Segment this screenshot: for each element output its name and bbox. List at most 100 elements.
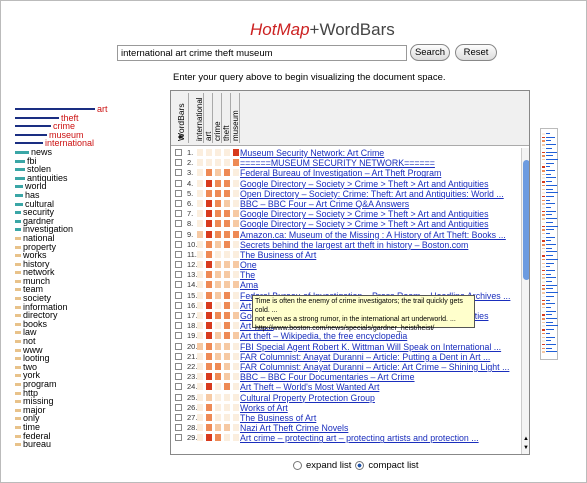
wordbar-bar[interactable] — [15, 211, 21, 215]
result-link[interactable]: One — [240, 260, 257, 270]
result-link[interactable]: Amazon.ca: Museum of the Missing : A His… — [240, 230, 506, 240]
result-link[interactable]: Museum Security Network: Art Crime — [240, 148, 384, 158]
wordbar-bar[interactable] — [15, 434, 21, 438]
result-row[interactable]: 27. The Business of Art — [171, 413, 529, 423]
wordbar-bar[interactable] — [15, 168, 25, 172]
results-scrollbar[interactable]: ▲ ▼ — [521, 148, 529, 454]
result-link[interactable]: The Business of Art — [240, 413, 316, 423]
scrollbar-thumb[interactable] — [523, 160, 529, 280]
result-row[interactable]: 3. Federal Bureau of Investigation – Art … — [171, 168, 529, 178]
scroll-down-icon[interactable]: ▼ — [523, 445, 529, 451]
result-checkbox[interactable] — [175, 179, 182, 187]
result-link[interactable]: Cultural Property Protection Group — [240, 393, 375, 403]
result-checkbox[interactable] — [175, 393, 182, 401]
result-link[interactable]: Google Directory – Society > Crime > The… — [240, 219, 488, 229]
result-link[interactable]: Google Directory – Society > Crime > The… — [240, 209, 488, 219]
result-checkbox[interactable] — [175, 434, 182, 442]
result-row[interactable]: 9. Amazon.ca: Museum of the Missing : A H… — [171, 230, 529, 240]
result-checkbox[interactable] — [175, 332, 182, 340]
expand-list-radio[interactable] — [293, 461, 302, 470]
result-link[interactable]: Art crime – protecting art – protecting … — [240, 433, 479, 443]
result-row[interactable]: 10. Secrets behind the largest art theft … — [171, 240, 529, 250]
wordbar-bar[interactable] — [15, 425, 21, 429]
term-column-theft[interactable]: theft — [222, 93, 231, 143]
scroll-up-icon[interactable]: ▲ — [523, 436, 529, 442]
wordbar-bar[interactable] — [15, 176, 25, 180]
result-link[interactable]: Open Directory – Society: Crime: Theft: … — [240, 189, 504, 199]
wordbar-bar[interactable] — [15, 443, 21, 447]
result-link[interactable]: Google Directory – Society > Crime > The… — [240, 179, 488, 189]
result-row[interactable]: 21. FAR Columnist: Anayat Duranni – Artic… — [171, 352, 529, 362]
wordbar-bar[interactable] — [15, 322, 21, 326]
result-link[interactable]: ======MUSEUM SECURITY NETWORK====== — [240, 158, 435, 168]
wordbar-bar[interactable] — [15, 193, 23, 197]
result-checkbox[interactable] — [175, 240, 182, 248]
wordbar-bar[interactable] — [15, 142, 43, 145]
wordbars-column-header[interactable]: ▼ WordBars — [173, 93, 189, 143]
result-checkbox[interactable] — [175, 189, 182, 197]
wordbar-bureau[interactable]: bureau — [15, 440, 160, 449]
result-checkbox[interactable] — [175, 362, 182, 370]
wordbar-bar[interactable] — [15, 262, 21, 266]
result-link[interactable]: BBC – BBC Four – Art Crime Q&A Answers — [240, 199, 409, 209]
wordbar-bar[interactable] — [15, 236, 21, 240]
result-checkbox[interactable] — [175, 352, 182, 360]
result-row[interactable]: 13. The — [171, 270, 529, 280]
result-checkbox[interactable] — [175, 301, 182, 309]
result-row[interactable]: 5. Open Directory – Society: Crime: Theft… — [171, 189, 529, 199]
wordbar-bar[interactable] — [15, 254, 21, 258]
result-row[interactable]: 11. The Business of Art — [171, 250, 529, 260]
result-link[interactable]: The — [240, 270, 255, 280]
result-checkbox[interactable] — [175, 291, 182, 299]
wordbar-bar[interactable] — [15, 228, 21, 232]
wordbar-bar[interactable] — [15, 271, 21, 275]
wordbar-bar[interactable] — [15, 348, 21, 352]
wordbar-bar[interactable] — [15, 400, 21, 404]
wordbar-bar[interactable] — [15, 357, 21, 361]
term-column-art[interactable]: art — [204, 93, 213, 143]
wordbar-art[interactable]: art — [15, 105, 160, 114]
wordbar-bar[interactable] — [15, 417, 21, 421]
wordbar-news[interactable]: news — [15, 147, 160, 157]
result-row[interactable]: 28. Nazi Art Theft Crime Novels — [171, 423, 529, 433]
result-checkbox[interactable] — [175, 281, 182, 289]
wordbar-bar[interactable] — [15, 391, 21, 395]
result-checkbox[interactable] — [175, 383, 182, 391]
wordbar-bar[interactable] — [15, 185, 23, 189]
search-button[interactable]: Search — [410, 44, 450, 61]
result-row[interactable]: 14. Ama — [171, 280, 529, 290]
reset-button[interactable]: Reset — [455, 44, 497, 61]
result-row[interactable]: 7. Google Directory – Society > Crime > T… — [171, 209, 529, 219]
result-row[interactable]: 25. Cultural Property Protection Group — [171, 393, 529, 403]
result-link[interactable]: The Business of Art — [240, 250, 316, 260]
wordbar-bar[interactable] — [15, 219, 21, 223]
result-link[interactable]: Works of Art — [240, 403, 288, 413]
wordbar-crime[interactable]: crime — [15, 122, 160, 131]
wordbar-bar[interactable] — [15, 297, 21, 301]
result-link[interactable]: FAR Columnist: Anayat Duranni – Article:… — [240, 352, 490, 362]
wordbar-bar[interactable] — [15, 331, 21, 335]
result-row[interactable]: 26. Works of Art — [171, 403, 529, 413]
wordbar-bar[interactable] — [15, 116, 59, 119]
wordbar-bar[interactable] — [15, 374, 21, 378]
result-checkbox[interactable] — [175, 220, 182, 228]
result-row[interactable]: 6. BBC – BBC Four – Art Crime Q&A Answers — [171, 199, 529, 209]
result-checkbox[interactable] — [175, 342, 182, 350]
term-column-museum[interactable]: museum — [231, 93, 240, 143]
result-link[interactable]: FBI Special Agent Robert K. Wittman Will… — [240, 342, 501, 352]
search-input[interactable] — [117, 45, 407, 61]
wordbar-label[interactable]: bureau — [23, 440, 51, 449]
wordbar-bar[interactable] — [15, 365, 21, 369]
result-link[interactable]: Secrets behind the largest art theft in … — [240, 240, 468, 250]
result-link[interactable]: Nazi Art Theft Crime Novels — [240, 423, 348, 433]
result-checkbox[interactable] — [175, 312, 182, 319]
result-row[interactable]: 29. Art crime – protecting art – protecti… — [171, 433, 529, 443]
result-row[interactable]: 22. FAR Columnist: Anayat Duranni – Artic… — [171, 362, 529, 372]
wordbar-bar[interactable] — [15, 150, 29, 154]
result-checkbox[interactable] — [175, 271, 182, 279]
result-row[interactable]: 23. BBC – BBC Four Documentaries – Art Cr… — [171, 372, 529, 382]
wordbar-theft[interactable]: theft — [15, 113, 160, 123]
result-checkbox[interactable] — [175, 169, 182, 177]
result-checkbox[interactable] — [175, 250, 182, 258]
result-row[interactable]: 20. FBI Special Agent Robert K. Wittman W… — [171, 342, 529, 352]
